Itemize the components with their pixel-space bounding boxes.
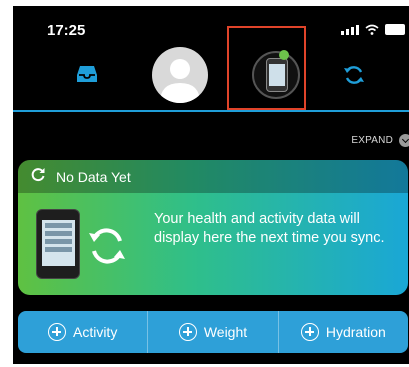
wifi-icon — [365, 24, 379, 35]
refresh-icon — [30, 166, 46, 187]
status-icons — [341, 24, 405, 35]
signal-icon — [341, 25, 359, 35]
sync-icon — [85, 224, 129, 273]
plus-circle-icon — [300, 323, 319, 341]
device-highlight-frame — [227, 26, 306, 110]
status-time: 17:25 — [47, 22, 86, 39]
card-header: No Data Yet — [18, 160, 408, 193]
quick-add-bar: Activity Weight Hydration — [18, 311, 408, 353]
plus-circle-icon — [178, 323, 197, 341]
avatar[interactable] — [152, 47, 208, 103]
no-data-card: No Data Yet Your health and activity dat… — [18, 160, 408, 295]
nav-divider — [13, 110, 409, 112]
add-activity-label: Activity — [72, 324, 118, 340]
expand-label: EXPAND — [351, 135, 393, 146]
inbox-icon[interactable] — [76, 64, 98, 89]
add-hydration-button[interactable]: Hydration — [279, 311, 408, 353]
add-weight-label: Weight — [203, 324, 248, 340]
card-message: Your health and activity data will displ… — [154, 211, 385, 246]
sync-icon[interactable] — [342, 63, 366, 92]
add-hydration-label: Hydration — [325, 324, 386, 340]
chevron-down-icon — [399, 134, 409, 147]
battery-icon — [385, 24, 405, 35]
add-weight-button[interactable]: Weight — [148, 311, 279, 353]
add-activity-button[interactable]: Activity — [18, 311, 149, 353]
expand-button[interactable]: EXPAND — [351, 134, 409, 147]
plus-circle-icon — [47, 323, 66, 341]
card-title: No Data Yet — [56, 168, 131, 185]
device-icon — [36, 209, 80, 279]
